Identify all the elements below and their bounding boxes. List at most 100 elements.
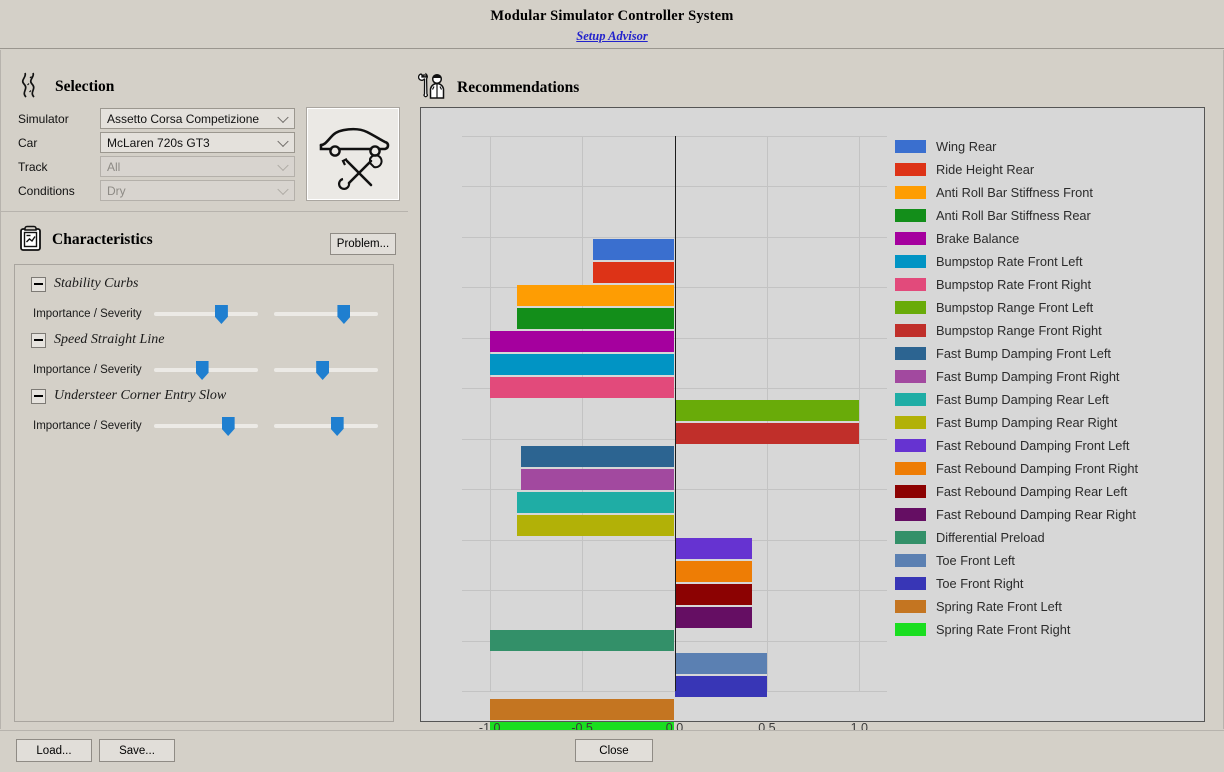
characteristic-slider-row: Importance / Severity (15, 357, 395, 383)
legend-item[interactable]: Differential Preload (895, 526, 1195, 549)
simulator-dropdown-value: Assetto Corsa Competizione (107, 111, 260, 126)
legend-item[interactable]: Bumpstop Range Front Left (895, 296, 1195, 319)
legend-color-swatch (895, 531, 926, 544)
legend-color-swatch (895, 439, 926, 452)
legend-label: Toe Front Right (936, 576, 1024, 591)
legend-item[interactable]: Fast Rebound Damping Front Right (895, 457, 1195, 480)
recommendations-header-label: Recommendations (457, 78, 580, 96)
car-dropdown[interactable]: McLaren 720s GT3 (100, 132, 295, 153)
problem-button[interactable]: Problem... (330, 233, 396, 255)
severity-slider[interactable] (274, 303, 379, 325)
legend-item[interactable]: Toe Front Right (895, 572, 1195, 595)
legend-item[interactable]: Bumpstop Rate Front Right (895, 273, 1195, 296)
chart-bar (593, 262, 675, 283)
legend-item[interactable]: Fast Bump Damping Front Right (895, 365, 1195, 388)
severity-slider[interactable] (274, 415, 379, 437)
setup-advisor-link[interactable]: Setup Advisor (576, 29, 647, 44)
legend-item[interactable]: Spring Rate Front Left (895, 595, 1195, 618)
simulator-dropdown[interactable]: Assetto Corsa Competizione (100, 108, 295, 129)
characteristic-title-row: Speed Straight Line (15, 329, 395, 351)
page-title: Modular Simulator Controller System (490, 8, 734, 24)
legend-color-swatch (895, 416, 926, 429)
legend-color-swatch (895, 600, 926, 613)
legend-item[interactable]: Fast Bump Damping Rear Right (895, 411, 1195, 434)
legend-item[interactable]: Bumpstop Range Front Right (895, 319, 1195, 342)
chart-gridline-vertical (489, 136, 491, 691)
legend-label: Bumpstop Range Front Right (936, 323, 1102, 338)
legend-label: Ride Height Rear (936, 162, 1035, 177)
legend-item[interactable]: Anti Roll Bar Stiffness Front (895, 181, 1195, 204)
legend-item[interactable]: Fast Rebound Damping Rear Right (895, 503, 1195, 526)
collapse-icon[interactable] (31, 388, 46, 404)
chart-bar (517, 492, 675, 513)
track-dropdown-value: All (107, 159, 121, 174)
legend-label: Fast Rebound Damping Rear Left (936, 484, 1128, 499)
legend-color-swatch (895, 255, 926, 268)
simulator-label: Simulator (18, 112, 69, 126)
load-button[interactable]: Load... (16, 739, 92, 762)
conditions-label: Conditions (18, 184, 75, 198)
collapse-icon[interactable] (31, 332, 46, 348)
chart-gridline-vertical (859, 136, 861, 691)
close-button[interactable]: Close (575, 739, 653, 762)
legend-color-swatch (895, 186, 926, 199)
characteristics-header: Characteristics (18, 225, 153, 254)
chart-bar (489, 699, 675, 720)
chart-bar (489, 354, 675, 375)
chart-bar (674, 607, 753, 628)
slider-track (274, 312, 379, 316)
legend-label: Fast Bump Damping Front Right (936, 369, 1120, 384)
slider-thumb[interactable] (221, 417, 235, 436)
importance-slider[interactable] (153, 359, 258, 381)
slider-thumb[interactable] (214, 305, 228, 324)
chevron-down-icon (277, 111, 289, 123)
legend-item[interactable]: Wing Rear (895, 135, 1195, 158)
legend-label: Differential Preload (936, 530, 1045, 545)
legend-label: Fast Rebound Damping Front Right (936, 461, 1139, 476)
legend-item[interactable]: Fast Bump Damping Rear Left (895, 388, 1195, 411)
engineer-wrench-icon (417, 72, 448, 103)
characteristic-item: Stability Curbs Importance / Severity (15, 273, 395, 327)
importance-severity-label: Importance / Severity (33, 420, 142, 432)
importance-slider[interactable] (153, 415, 258, 437)
importance-slider[interactable] (153, 303, 258, 325)
legend-item[interactable]: Spring Rate Front Right (895, 618, 1195, 641)
collapse-icon[interactable] (31, 276, 46, 292)
slider-thumb[interactable] (316, 361, 330, 380)
severity-slider[interactable] (274, 359, 379, 381)
characteristics-header-label: Characteristics (52, 230, 153, 248)
legend-item[interactable]: Bumpstop Rate Front Left (895, 250, 1195, 273)
legend-item[interactable]: Fast Rebound Damping Front Left (895, 434, 1195, 457)
car-setup-icon-button[interactable] (306, 107, 400, 201)
save-button[interactable]: Save... (99, 739, 175, 762)
legend-item[interactable]: Toe Front Left (895, 549, 1195, 572)
legend-item[interactable]: Fast Bump Damping Front Left (895, 342, 1195, 365)
legend-label: Spring Rate Front Right (936, 622, 1071, 637)
chart-zero-axis (674, 136, 676, 691)
legend-label: Anti Roll Bar Stiffness Rear (936, 208, 1091, 223)
characteristic-item: Speed Straight Line Importance / Severit… (15, 329, 395, 383)
slider-track (153, 424, 258, 428)
selection-header-label: Selection (55, 77, 115, 95)
chevron-down-icon (277, 135, 289, 147)
chevron-down-icon (277, 159, 289, 171)
chart-bar (674, 653, 767, 674)
legend-color-swatch (895, 554, 926, 567)
legend-item[interactable]: Anti Roll Bar Stiffness Rear (895, 204, 1195, 227)
legend-item[interactable]: Fast Rebound Damping Rear Left (895, 480, 1195, 503)
chart-legend: Wing Rear Ride Height Rear Anti Roll Bar S… (895, 135, 1195, 641)
application-window: Modular Simulator Controller System Setu… (0, 0, 1224, 772)
importance-severity-label: Importance / Severity (33, 308, 142, 320)
chart-bar (517, 515, 675, 536)
legend-item[interactable]: Brake Balance (895, 227, 1195, 250)
chart-bar (517, 308, 675, 329)
slider-thumb[interactable] (195, 361, 209, 380)
track-label: Track (18, 160, 48, 174)
legend-label: Fast Rebound Damping Rear Right (936, 507, 1136, 522)
characteristic-title: Speed Straight Line (54, 332, 165, 347)
legend-item[interactable]: Ride Height Rear (895, 158, 1195, 181)
conditions-dropdown-value: Dry (107, 183, 126, 198)
slider-thumb[interactable] (330, 417, 344, 436)
chart-bar (674, 423, 860, 444)
slider-thumb[interactable] (337, 305, 351, 324)
